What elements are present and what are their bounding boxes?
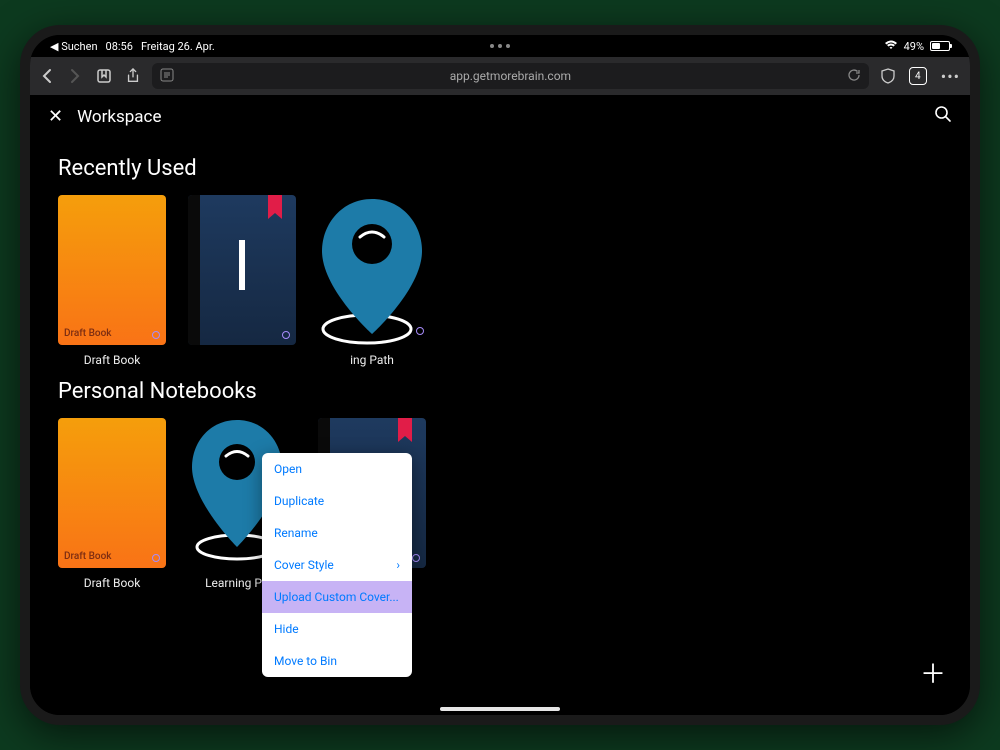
book-cover-navy[interactable] (188, 195, 296, 345)
book-item[interactable] (188, 195, 296, 367)
shield-icon[interactable] (881, 68, 895, 84)
status-bar: ◀ Suchen 08:56 Freitag 26. Apr. 49% (30, 35, 970, 57)
book-item[interactable]: Draft Book Draft Book (58, 195, 166, 367)
book-cover-orange[interactable]: Draft Book (58, 418, 166, 568)
more-icon[interactable]: ••• (941, 67, 960, 86)
cover-status-dot (282, 331, 290, 339)
personal-row: Draft Book Draft Book (58, 418, 942, 590)
back-to-app[interactable]: ◀ Suchen (50, 40, 98, 53)
menu-upload-cover[interactable]: Upload Custom Cover... (262, 581, 412, 613)
section-title-personal: Personal Notebooks (58, 379, 942, 404)
reader-icon[interactable] (160, 68, 174, 85)
book-title: Draft Book (58, 353, 166, 367)
status-time: 08:56 (106, 40, 133, 53)
section-title-recent: Recently Used (58, 156, 942, 181)
url-bar[interactable]: app.getmorebrain.com (152, 63, 869, 89)
battery-percent: 49% (904, 40, 924, 53)
menu-cover-style[interactable]: Cover Style › (262, 549, 412, 581)
wifi-icon (884, 40, 898, 53)
menu-rename[interactable]: Rename (262, 517, 412, 549)
cover-label: Draft Book (58, 545, 118, 568)
url-text: app.getmorebrain.com (450, 69, 571, 83)
page-title: Workspace (77, 107, 161, 127)
bookmark-icon (398, 418, 412, 442)
back-button[interactable] (40, 68, 54, 84)
status-date: Freitag 26. Apr. (141, 40, 215, 53)
add-button[interactable]: ＋ (920, 654, 946, 691)
cover-status-dot (152, 554, 160, 562)
menu-duplicate[interactable]: Duplicate (262, 485, 412, 517)
cover-status-dot (416, 327, 424, 335)
cover-status-dot (152, 331, 160, 339)
app-content: ✕ Workspace Recently Used Draft Book Dra… (30, 95, 970, 715)
home-indicator[interactable] (440, 707, 560, 711)
bookmark-icon[interactable] (96, 68, 112, 84)
book-cover-pin[interactable] (318, 195, 426, 345)
menu-label: Cover Style (274, 558, 334, 572)
menu-open[interactable]: Open (262, 453, 412, 485)
book-cover-orange[interactable]: Draft Book (58, 195, 166, 345)
ipad-frame: ◀ Suchen 08:56 Freitag 26. Apr. 49% (20, 25, 980, 725)
cover-status-dot (412, 554, 420, 562)
book-title: ing Path (318, 353, 426, 367)
chevron-right-icon: › (396, 558, 400, 572)
forward-button[interactable] (68, 68, 82, 84)
book-title: Draft Book (58, 576, 166, 590)
reload-icon[interactable] (847, 68, 861, 85)
browser-toolbar: app.getmorebrain.com 4 ••• (30, 57, 970, 95)
context-menu: Open Duplicate Rename Cover Style › Uplo… (262, 453, 412, 677)
book-item[interactable]: Draft Book Draft Book (58, 418, 166, 590)
menu-move-to-bin[interactable]: Move to Bin (262, 645, 412, 677)
share-icon[interactable] (126, 68, 140, 84)
cover-label: Draft Book (58, 322, 118, 345)
bookmark-icon (268, 195, 282, 219)
app-header: ✕ Workspace (30, 95, 970, 138)
recent-row: Draft Book Draft Book (58, 195, 942, 367)
close-button[interactable]: ✕ (48, 106, 63, 127)
battery-icon (930, 41, 950, 51)
menu-hide[interactable]: Hide (262, 613, 412, 645)
search-icon[interactable] (934, 105, 952, 128)
multitask-dots[interactable] (490, 44, 510, 48)
tabs-button[interactable]: 4 (909, 67, 927, 85)
book-item[interactable]: ing Path (318, 195, 426, 367)
